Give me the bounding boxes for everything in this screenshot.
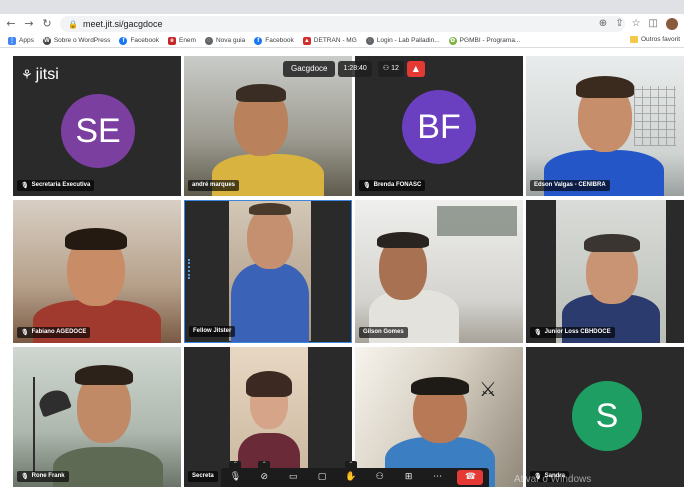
- mic-muted-icon: 🎙: [21, 182, 29, 189]
- raise-hand-icon[interactable]: ⌃ ✋: [342, 461, 360, 485]
- bookmark-star-icon[interactable]: ☆: [632, 17, 641, 31]
- participant-video: [556, 200, 666, 343]
- back-arrow-icon[interactable]: ←: [4, 17, 18, 31]
- facebook-icon: f: [254, 36, 263, 45]
- jitsi-logo: ⚘ jitsi: [21, 66, 59, 83]
- meeting-toolbar: ⌃ 🎙 ⌃ ⊘ ▭ ▢ ⌃ ✋ ⚇ ⊞ ⋯ ☎: [221, 461, 489, 487]
- bookmark-facebook-2[interactable]: f Facebook: [254, 36, 294, 45]
- enem-icon: e: [167, 36, 176, 45]
- participant-tile[interactable]: 🎙 Rone Frank: [13, 347, 181, 487]
- participant-name: 🎙 Brenda FONASC: [359, 180, 426, 191]
- participant-video: [13, 200, 181, 343]
- chevron-up-icon[interactable]: ⌃: [258, 461, 271, 469]
- address-url[interactable]: meet.jit.si/gacgdoce: [83, 19, 163, 29]
- participant-video: [355, 200, 523, 343]
- install-app-icon[interactable]: ⊕: [599, 17, 607, 31]
- avatar: SE: [61, 94, 135, 168]
- address-bar[interactable]: 🔒 meet.jit.si/gacgdoce: [60, 16, 625, 32]
- participant-name: Gilson Gomes: [359, 327, 408, 338]
- participant-name: 🎙 Fabiano AGEDOCE: [17, 327, 91, 338]
- pgmbi-icon: ✿: [448, 36, 457, 45]
- participant-tile[interactable]: Edson Valgas - CENIBRA: [526, 56, 684, 196]
- globe-icon: ◌: [365, 36, 374, 45]
- participants-icon: ⚇: [382, 65, 392, 72]
- participant-tile-active[interactable]: Fellow Jitster: [184, 200, 352, 343]
- tile-view-icon[interactable]: ⊞: [400, 470, 418, 485]
- screen-share-icon[interactable]: ▭: [284, 470, 302, 485]
- participant-name: 🎙 Junior Loss CBHDOCE: [530, 327, 615, 338]
- bookmark-detran[interactable]: ▲ DETRAN - MG: [302, 36, 357, 45]
- bookmark-pgmbi[interactable]: ✿ PGMBI - Programa...: [448, 36, 520, 45]
- participant-name: Fellow Jitster: [189, 326, 236, 337]
- chat-icon[interactable]: ▢: [313, 470, 331, 485]
- participant-tile[interactable]: 🎙 Junior Loss CBHDOCE: [526, 200, 684, 343]
- reload-icon[interactable]: ↻: [40, 17, 54, 31]
- jitsi-logo-icon: ⚘: [21, 67, 33, 83]
- participant-video: [13, 347, 181, 487]
- microphone-muted-icon[interactable]: ⌃ 🎙: [226, 461, 244, 485]
- participant-name: Secreta: [188, 471, 218, 482]
- participant-tile[interactable]: Gilson Gomes: [355, 200, 523, 343]
- participant-video: ⚔: [355, 347, 523, 487]
- camera-muted-icon[interactable]: ⌃ ⊘: [255, 461, 273, 485]
- participant-tile[interactable]: ⚔: [355, 347, 523, 487]
- bookmark-wordpress[interactable]: W Sobre o WordPress: [42, 36, 110, 45]
- mic-muted-icon: 🎙: [534, 329, 542, 336]
- share-icon[interactable]: ⇪: [615, 17, 623, 31]
- more-options-icon[interactable]: ⋯: [429, 470, 447, 485]
- participant-tile[interactable]: 🎙 Fabiano AGEDOCE: [13, 200, 181, 343]
- participant-video: [526, 56, 684, 196]
- sidebar-icon[interactable]: ◫: [649, 17, 658, 31]
- meeting-header: Gacgdoce 1:28:40 ⚇ 12 ▲: [283, 61, 425, 77]
- participant-tile[interactable]: andré marques: [184, 56, 352, 196]
- participant-video: [229, 201, 311, 342]
- hangup-icon[interactable]: ☎: [457, 470, 484, 485]
- avatar: BF: [402, 90, 476, 164]
- chevron-up-icon[interactable]: ⌃: [344, 461, 357, 469]
- participant-name: 🎙 Rone Frank: [17, 471, 69, 482]
- mic-muted-icon: 🎙: [363, 182, 371, 189]
- avatar: S: [572, 381, 642, 451]
- bookmark-nova-guia[interactable]: ◌ Nova guia: [204, 36, 245, 45]
- bookmark-facebook[interactable]: f Facebook: [119, 36, 159, 45]
- participant-name: andré marques: [188, 180, 240, 191]
- bookmark-apps[interactable]: ⋮ Apps: [8, 36, 34, 45]
- apps-grid-icon: ⋮: [8, 36, 16, 45]
- facebook-icon: f: [119, 36, 128, 45]
- participants-count[interactable]: ⚇ 12: [377, 61, 404, 77]
- participant-name: Edson Valgas - CENIBRA: [530, 180, 610, 191]
- browser-actions: ⊕ ⇪ ☆ ◫: [599, 17, 678, 31]
- warning-icon[interactable]: ▲: [406, 61, 425, 77]
- folder-icon: [629, 36, 638, 43]
- participant-video: [184, 56, 352, 196]
- windows-activation-watermark: Ativar o Windows: [514, 474, 592, 485]
- detran-icon: ▲: [302, 36, 311, 45]
- bookmark-enem[interactable]: e Enem: [167, 36, 196, 45]
- participant-tile[interactable]: BF 🎙 Brenda FONASC: [355, 56, 523, 196]
- mic-muted-icon: 🎙: [21, 473, 29, 480]
- lock-icon: 🔒: [68, 19, 78, 29]
- jitsi-meeting: ⚘ jitsi SE 🎙 Secretaria Executiva andré m…: [0, 49, 684, 487]
- lamp-icon: [33, 377, 35, 477]
- meeting-title: Gacgdoce: [283, 61, 336, 77]
- bookmark-lab-palladin[interactable]: ◌ Login - Lab Palladin...: [365, 36, 440, 45]
- participant-tile[interactable]: ⚘ jitsi SE 🎙 Secretaria Executiva: [13, 56, 181, 196]
- profile-avatar[interactable]: [666, 18, 678, 30]
- bookmarks-bar: ⋮ Apps W Sobre o WordPress f Facebook e Enem…: [0, 34, 684, 48]
- participant-tile[interactable]: S 🎙 Sandra: [526, 347, 684, 487]
- other-bookmarks[interactable]: Outros favorit: [629, 36, 680, 43]
- wordpress-icon: W: [42, 36, 51, 45]
- participant-name: 🎙 Secretaria Executiva: [17, 180, 95, 191]
- browser-address-row: ← → ↻ 🔒 meet.jit.si/gacgdoce ⊕ ⇪ ☆ ◫: [0, 14, 684, 34]
- participants-icon[interactable]: ⚇: [371, 470, 389, 485]
- meeting-timer: 1:28:40: [338, 61, 372, 77]
- globe-icon: ◌: [204, 36, 213, 45]
- drag-handle[interactable]: [188, 259, 190, 279]
- browser-tab-strip: [0, 0, 684, 14]
- chevron-up-icon[interactable]: ⌃: [229, 461, 242, 469]
- forward-arrow-icon[interactable]: →: [22, 17, 36, 31]
- mic-muted-icon: 🎙: [21, 329, 29, 336]
